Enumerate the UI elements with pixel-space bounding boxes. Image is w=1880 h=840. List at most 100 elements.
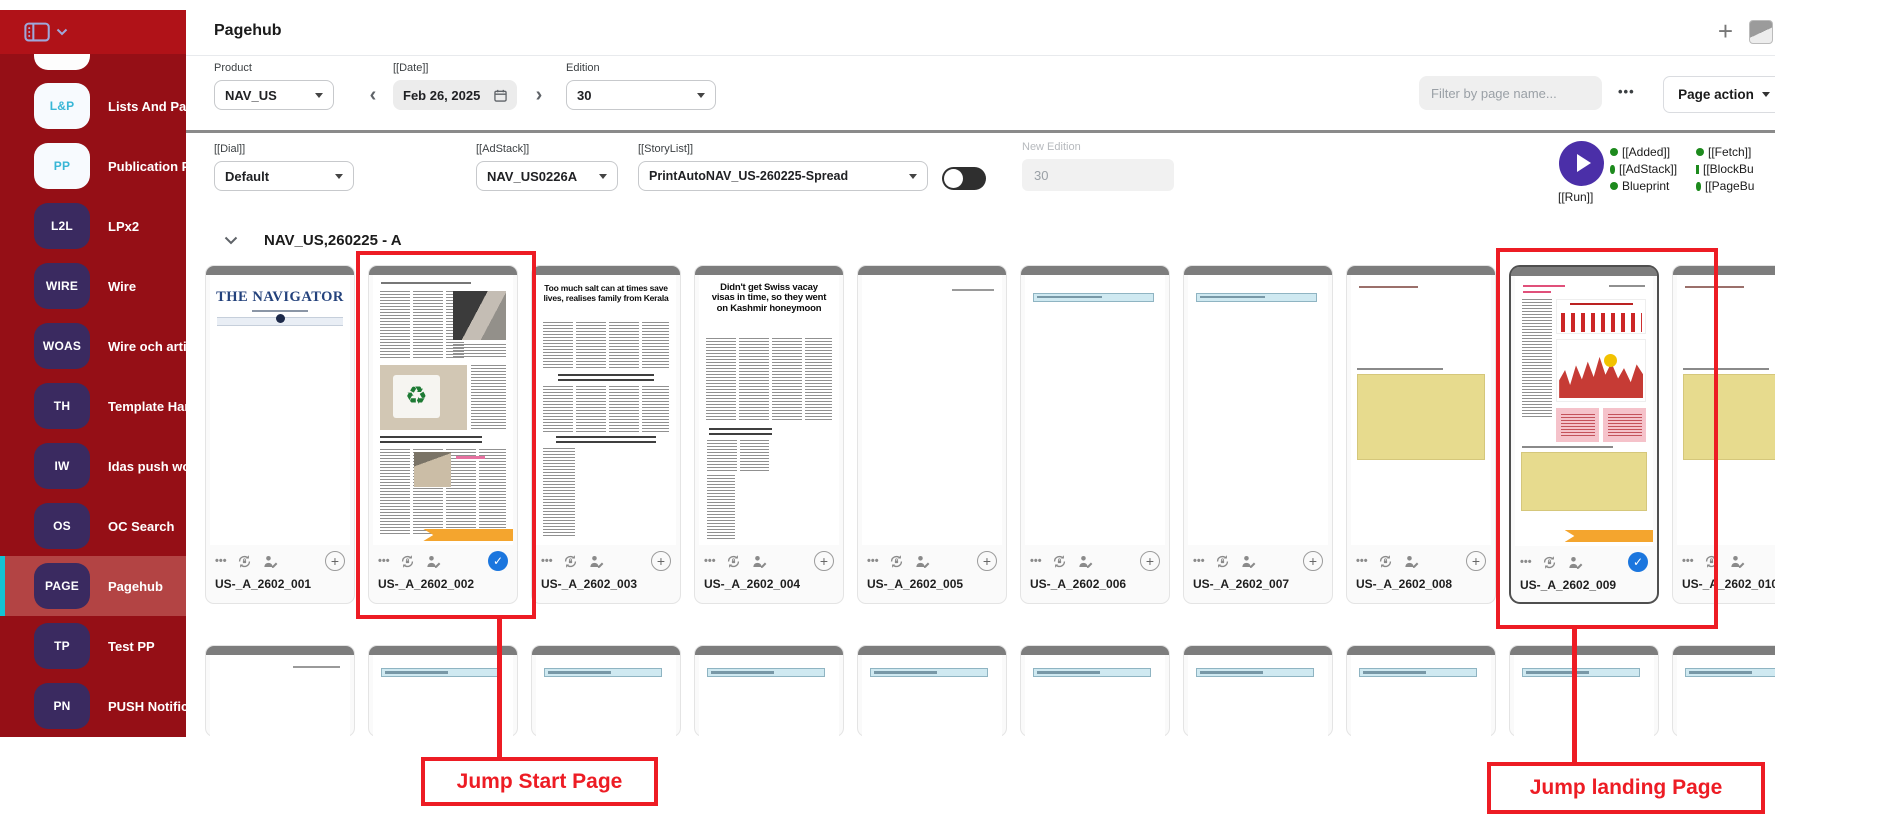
page-card[interactable]	[1020, 645, 1170, 737]
page-card-US-_A_2602_004[interactable]: Didn't get Swiss vacay visas in time, so…	[694, 265, 844, 604]
page-thumbnail[interactable]	[1025, 655, 1165, 737]
plus-circle-icon[interactable]: +	[1140, 551, 1160, 571]
plus-circle-icon[interactable]: +	[651, 551, 671, 571]
assign-user-icon[interactable]	[1729, 553, 1746, 570]
assign-user-icon[interactable]	[588, 553, 605, 570]
page-thumbnail[interactable]	[373, 655, 513, 737]
assign-user-icon[interactable]	[914, 553, 931, 570]
more-icon[interactable]: •••	[1520, 556, 1532, 568]
page-action-button[interactable]: Page action	[1663, 76, 1775, 113]
assign-user-icon[interactable]	[751, 553, 768, 570]
storylist-select[interactable]: PrintAutoNAV_US-260225-Spread	[638, 161, 928, 191]
product-select[interactable]: NAV_US	[214, 80, 334, 110]
sidebar-toggle-icon[interactable]	[24, 22, 68, 43]
sync-lock-icon[interactable]	[1377, 553, 1394, 570]
section-collapse-icon[interactable]	[224, 236, 238, 245]
check-circle-icon[interactable]: ✓	[1628, 552, 1648, 572]
page-thumbnail[interactable]	[1188, 655, 1328, 737]
sidebar-item-push-notification[interactable]: PN PUSH Notification	[0, 676, 219, 736]
page-card-US-_A_2602_002[interactable]: ♻ ••• + ✓ US-_A_2602_002	[368, 265, 518, 604]
add-icon[interactable]: +	[1718, 18, 1733, 44]
page-card[interactable]	[857, 645, 1007, 737]
plus-circle-icon[interactable]: +	[814, 551, 834, 571]
page-thumbnail[interactable]	[1351, 655, 1491, 737]
more-icon[interactable]: •••	[704, 555, 716, 567]
sync-lock-icon[interactable]	[1214, 553, 1231, 570]
more-icon[interactable]: •••	[1030, 555, 1042, 567]
assign-user-icon[interactable]	[1403, 553, 1420, 570]
page-thumbnail[interactable]	[862, 275, 1002, 545]
page-thumbnail[interactable]	[1677, 655, 1775, 737]
sidebar-item-idas-push-workspace[interactable]: IW Idas push workspace	[0, 436, 240, 496]
new-edition-toggle[interactable]	[942, 167, 986, 190]
page-thumbnail[interactable]: Too much salt can at times save lives, r…	[536, 275, 676, 545]
sync-lock-icon[interactable]	[1703, 553, 1720, 570]
sidebar-item-test-pp[interactable]: TP Test PP	[0, 616, 186, 676]
run-play-button[interactable]	[1559, 141, 1604, 186]
page-card[interactable]	[368, 645, 518, 737]
sync-lock-icon[interactable]	[236, 553, 253, 570]
sync-lock-icon[interactable]	[888, 553, 905, 570]
sync-lock-icon[interactable]	[562, 553, 579, 570]
page-thumbnail[interactable]	[1677, 275, 1775, 545]
page-thumbnail[interactable]: THE NAVIGATOR	[210, 275, 350, 545]
sidebar-item-template-handler[interactable]: TH Template Handler	[0, 376, 216, 436]
more-icon[interactable]: •••	[378, 555, 390, 567]
page-card[interactable]	[1672, 645, 1775, 737]
page-card[interactable]	[531, 645, 681, 737]
page-card-US-_A_2602_010[interactable]: ••• + ✓ US-_A_2602_010	[1672, 265, 1775, 604]
page-card-US-_A_2602_003[interactable]: Too much salt can at times save lives, r…	[531, 265, 681, 604]
more-icon[interactable]: •••	[1682, 555, 1694, 567]
page-thumbnail[interactable]: ♻	[373, 275, 513, 545]
sync-lock-icon[interactable]	[725, 553, 742, 570]
page-card-US-_A_2602_009[interactable]: ••• + ✓ US-_A_2602_009	[1509, 265, 1659, 604]
page-card-US-_A_2602_005[interactable]: ••• + ✓ US-_A_2602_005	[857, 265, 1007, 604]
sidebar-item-wire[interactable]: WIRE Wire	[0, 256, 186, 316]
page-thumbnail[interactable]	[1515, 276, 1653, 546]
page-thumbnail[interactable]	[210, 655, 350, 737]
sidebar-item-partial[interactable]	[34, 54, 90, 70]
image-icon[interactable]	[1749, 20, 1773, 44]
sync-lock-icon[interactable]	[1051, 553, 1068, 570]
page-card[interactable]	[1509, 645, 1659, 737]
plus-circle-icon[interactable]: +	[1466, 551, 1486, 571]
assign-user-icon[interactable]	[1567, 554, 1584, 571]
plus-circle-icon[interactable]: +	[977, 551, 997, 571]
more-icon[interactable]: •••	[215, 555, 227, 567]
page-name-filter-input[interactable]	[1419, 76, 1602, 110]
sidebar-item-wire-och-article-search[interactable]: WOAS Wire och article search	[0, 316, 250, 376]
date-picker[interactable]: Feb 26, 2025	[393, 80, 517, 110]
page-thumbnail[interactable]: Didn't get Swiss vacay visas in time, so…	[699, 275, 839, 545]
page-thumbnail[interactable]	[1351, 275, 1491, 545]
more-icon[interactable]: •••	[1356, 555, 1368, 567]
sync-lock-icon[interactable]	[1541, 554, 1558, 571]
page-card-US-_A_2602_006[interactable]: ••• + ✓ US-_A_2602_006	[1020, 265, 1170, 604]
more-icon[interactable]: •••	[1193, 555, 1205, 567]
new-edition-input[interactable]	[1022, 159, 1174, 191]
check-circle-icon[interactable]: ✓	[488, 551, 508, 571]
plus-circle-icon[interactable]: +	[325, 551, 345, 571]
page-thumbnail[interactable]	[1188, 275, 1328, 545]
assign-user-icon[interactable]	[1240, 553, 1257, 570]
sidebar-item-lists-and-packages[interactable]: L&P Lists And Packages	[0, 76, 230, 136]
page-card-US-_A_2602_008[interactable]: ••• + ✓ US-_A_2602_008	[1346, 265, 1496, 604]
more-options-icon[interactable]: •••	[1618, 84, 1635, 99]
page-thumbnail[interactable]	[1025, 275, 1165, 545]
adstack-select[interactable]: NAV_US0226A	[476, 161, 618, 191]
page-card[interactable]	[1346, 645, 1496, 737]
page-card[interactable]	[205, 645, 355, 737]
sidebar-item-pagehub[interactable]: PAGE Pagehub	[0, 556, 186, 616]
chevron-left-icon[interactable]: ‹	[364, 85, 382, 105]
page-card-US-_A_2602_007[interactable]: ••• + ✓ US-_A_2602_007	[1183, 265, 1333, 604]
chevron-right-icon[interactable]: ›	[530, 85, 548, 105]
edition-select[interactable]: 30	[566, 80, 716, 110]
plus-circle-icon[interactable]: +	[1303, 551, 1323, 571]
page-thumbnail[interactable]	[536, 655, 676, 737]
page-card-US-_A_2602_001[interactable]: THE NAVIGATOR ••• + ✓ US-_A_2602_001	[205, 265, 355, 604]
assign-user-icon[interactable]	[1077, 553, 1094, 570]
page-thumbnail[interactable]	[1514, 655, 1654, 737]
sync-lock-icon[interactable]	[399, 553, 416, 570]
sidebar-item-lpx2[interactable]: L2L LPx2	[0, 196, 186, 256]
more-icon[interactable]: •••	[867, 555, 879, 567]
sidebar-item-oc-search[interactable]: OS OC Search	[0, 496, 186, 556]
